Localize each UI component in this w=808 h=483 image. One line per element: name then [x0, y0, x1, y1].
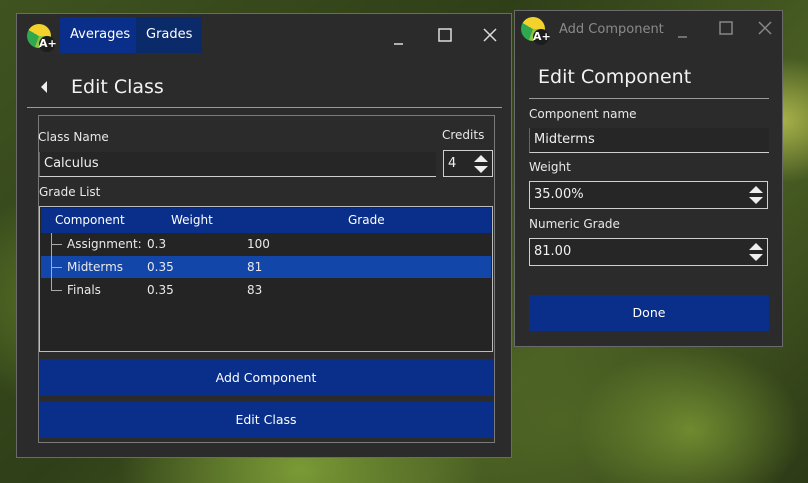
back-arrow-icon[interactable]: [39, 80, 49, 94]
column-header-grade[interactable]: Grade: [348, 213, 385, 227]
maximize-icon[interactable]: [438, 28, 452, 42]
tree-header: Component Weight Grade: [41, 208, 491, 233]
credits-spinbox[interactable]: 4: [443, 150, 493, 177]
page-title: Edit Class: [71, 76, 164, 98]
class-name-input[interactable]: Calculus: [39, 152, 436, 177]
window-title: Add Component: [559, 22, 664, 37]
add-component-window: A+ Add Component Edit Component Componen…: [514, 10, 783, 347]
tab-grades[interactable]: Grades: [136, 17, 203, 53]
component-name-input[interactable]: Midterms: [529, 128, 769, 153]
tab-averages[interactable]: Averages: [60, 17, 141, 53]
logo-icon: A+: [27, 24, 57, 52]
spin-arrows-icon[interactable]: [748, 184, 764, 206]
minimize-icon[interactable]: [677, 27, 689, 39]
grade-list-label: Grade List: [39, 185, 101, 199]
tree-branch-icon: [51, 244, 62, 268]
add-component-button[interactable]: Add Component: [39, 359, 493, 396]
edit-class-button[interactable]: Edit Class: [39, 402, 493, 438]
class-name-label: Class Name: [38, 130, 109, 144]
close-icon[interactable]: [483, 28, 497, 42]
tree-branch-icon: [51, 267, 62, 291]
logo-icon: A+: [521, 17, 551, 45]
edit-class-window: A+ Averages Grades Edit Class Class Name…: [16, 13, 512, 458]
maximize-icon[interactable]: [719, 21, 733, 35]
divider: [27, 107, 502, 108]
grade-list-tree[interactable]: Component Weight Grade Assignment: 0.3 1…: [39, 206, 493, 352]
spin-arrows-icon[interactable]: [473, 153, 489, 175]
close-icon[interactable]: [758, 21, 772, 35]
class-form-group: Class Name Credits Calculus 4 Grade List…: [38, 115, 495, 443]
spin-arrows-icon[interactable]: [748, 241, 764, 263]
page-title: Edit Component: [538, 66, 692, 88]
table-row[interactable]: Assignment: 0.3 100: [41, 233, 491, 255]
weight-spinbox[interactable]: 35.00%: [529, 181, 768, 209]
divider: [529, 98, 769, 99]
credits-label: Credits: [442, 128, 485, 142]
weight-label: Weight: [529, 160, 571, 174]
table-row[interactable]: Finals 0.35 83: [41, 267, 491, 301]
column-header-component[interactable]: Component: [55, 213, 125, 227]
component-name-label: Component name: [529, 107, 637, 121]
table-row[interactable]: Midterms 0.35 81: [41, 244, 491, 278]
minimize-icon[interactable]: [393, 34, 405, 46]
numeric-grade-label: Numeric Grade: [529, 217, 620, 231]
column-header-weight[interactable]: Weight: [171, 213, 213, 227]
done-button[interactable]: Done: [529, 295, 769, 331]
numeric-grade-spinbox[interactable]: 81.00: [529, 238, 768, 266]
